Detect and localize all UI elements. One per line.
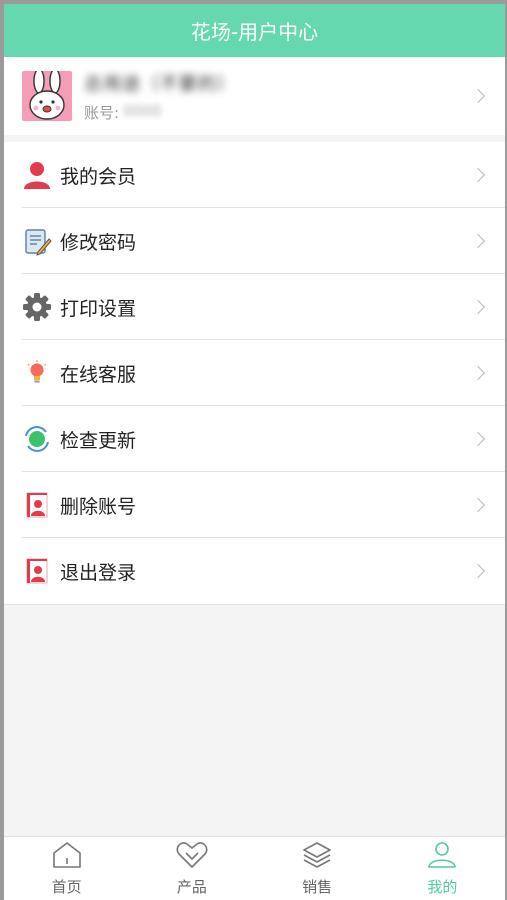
tab-label: 首页	[51, 878, 82, 896]
menu-item-membership[interactable]: 我的会员	[4, 142, 505, 208]
menu-item-label: 退出登录	[60, 561, 137, 584]
menu-item-print-settings[interactable]: 打印设置	[4, 274, 505, 340]
chevron-right-icon	[470, 88, 486, 104]
bottom-tab-bar: 首页 产品 销售 我的	[4, 836, 505, 900]
settings-menu: 我的会员 修改密码 打印设置 在线客服 检查更新 删除账号 退出登录	[4, 142, 505, 605]
delete-account-icon	[22, 490, 52, 520]
tab-label: 产品	[176, 878, 207, 896]
menu-item-change-password[interactable]: 修改密码	[4, 208, 505, 274]
menu-item-label: 删除账号	[60, 495, 137, 518]
person-icon	[426, 840, 458, 874]
tab-label: 我的	[427, 878, 458, 896]
refresh-icon	[22, 424, 52, 454]
chevron-right-icon	[470, 299, 486, 315]
menu-item-customer-service[interactable]: 在线客服	[4, 340, 505, 406]
tab-label: 销售	[302, 878, 333, 896]
chevron-right-icon	[470, 563, 486, 579]
profile-card[interactable]: 总用途（不要的） 账号: 0000	[4, 57, 505, 135]
edit-document-icon	[22, 226, 52, 256]
menu-item-logout[interactable]: 退出登录	[4, 538, 505, 604]
menu-item-label: 我的会员	[60, 165, 137, 188]
avatar	[22, 71, 72, 121]
layers-icon	[301, 840, 333, 874]
menu-item-label: 在线客服	[60, 363, 137, 386]
app-screen: 花场-用户中心 总用途（不要的） 账号: 0000 我的会员 修改密码 打印设置…	[4, 4, 505, 900]
chevron-right-icon	[470, 365, 486, 381]
chevron-right-icon	[470, 431, 486, 447]
menu-item-label: 修改密码	[60, 231, 137, 254]
logout-icon	[22, 556, 52, 586]
tab-home[interactable]: 首页	[4, 837, 129, 900]
heart-icon	[175, 840, 209, 874]
page-title: 花场-用户中心	[190, 20, 319, 44]
account-value: 0000	[123, 101, 162, 120]
user-icon	[22, 160, 52, 190]
gear-icon	[22, 292, 52, 322]
title-bar: 花场-用户中心	[4, 4, 505, 57]
tab-products[interactable]: 产品	[129, 837, 254, 900]
chevron-right-icon	[470, 167, 486, 183]
profile-name: 总用途（不要的）	[84, 73, 236, 95]
home-icon	[51, 840, 83, 874]
account-label: 账号:	[84, 103, 120, 122]
tab-sales[interactable]: 销售	[255, 837, 380, 900]
chevron-right-icon	[470, 497, 486, 513]
lightbulb-icon	[22, 358, 52, 388]
menu-item-label: 检查更新	[60, 429, 137, 452]
tab-mine[interactable]: 我的	[380, 837, 505, 900]
chevron-right-icon	[470, 233, 486, 249]
menu-item-check-update[interactable]: 检查更新	[4, 406, 505, 472]
menu-item-label: 打印设置	[60, 297, 137, 320]
menu-item-delete-account[interactable]: 删除账号	[4, 472, 505, 538]
